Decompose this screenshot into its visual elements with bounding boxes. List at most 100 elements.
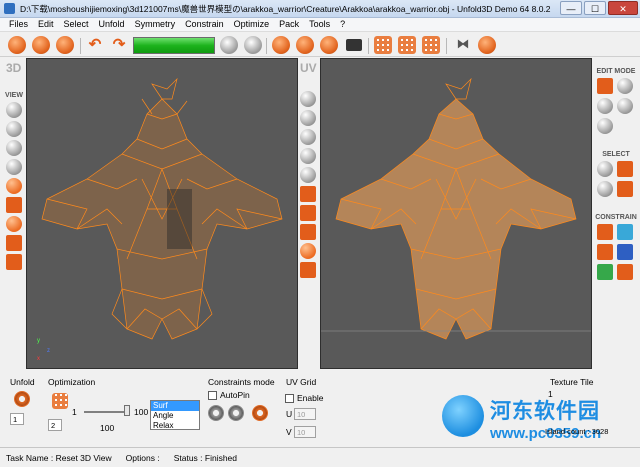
constrain-u-icon[interactable] [597, 244, 613, 260]
uv-color-icon[interactable] [300, 186, 316, 202]
uvgrid-v-input[interactable]: 10 [294, 426, 316, 438]
select-edge-icon[interactable] [617, 161, 633, 177]
menu-files[interactable]: Files [4, 18, 33, 31]
rotate-icon[interactable] [597, 98, 613, 114]
stop-icon[interactable] [244, 36, 262, 54]
uv-tile-icon[interactable] [300, 262, 316, 278]
help-view-icon[interactable] [6, 197, 22, 213]
unfold-count-input[interactable]: 1 [10, 413, 24, 425]
constrain-v-icon[interactable] [617, 244, 633, 260]
maximize-button[interactable]: ☐ [584, 1, 606, 15]
mirror-icon[interactable]: ⧓ [454, 36, 472, 54]
progress-fill [134, 38, 214, 53]
texture-view-icon[interactable] [6, 159, 22, 175]
optimize-slider-track[interactable] [84, 411, 128, 413]
optimize-checker-icon[interactable] [52, 393, 68, 409]
mode-surf[interactable]: Surf [151, 401, 199, 411]
flip-icon[interactable] [597, 118, 613, 134]
3d-mesh [41, 77, 283, 340]
menu-pack[interactable]: Pack [274, 18, 304, 31]
constrain-straight-icon[interactable] [597, 264, 613, 280]
uv-zoom-icon[interactable] [300, 224, 316, 240]
menu-symmetry[interactable]: Symmetry [130, 18, 181, 31]
uv-move-icon[interactable] [300, 205, 316, 221]
view-panel: VIEW [4, 88, 24, 273]
progress-bar [133, 37, 215, 54]
3d-label: 3D [6, 61, 22, 75]
pack-add-icon[interactable] [398, 36, 416, 54]
menu-optimize[interactable]: Optimize [229, 18, 275, 31]
uv-viewport[interactable] [320, 58, 592, 369]
app-icon [4, 3, 15, 14]
menu-help[interactable]: ? [335, 18, 350, 31]
minimize-button[interactable]: — [560, 1, 582, 15]
toolbar: ↶ ↷ ⧓ [0, 33, 640, 57]
light-icon[interactable] [6, 216, 22, 232]
menu-constrain[interactable]: Constrain [180, 18, 229, 31]
uvgrid-enable-checkbox[interactable] [285, 394, 294, 403]
menu-select[interactable]: Select [59, 18, 94, 31]
constraint-gear-1-icon[interactable] [208, 405, 224, 421]
move-icon[interactable] [617, 78, 633, 94]
select-face-icon[interactable] [597, 181, 613, 197]
menu-tools[interactable]: Tools [304, 18, 335, 31]
pack-help-icon[interactable] [422, 36, 440, 54]
import-icon[interactable] [32, 36, 50, 54]
uv-shaded-icon[interactable] [300, 91, 316, 107]
watermark-title: 河东软件园 [490, 399, 600, 423]
3d-viewport[interactable]: x y z [26, 58, 298, 369]
relax-icon[interactable] [320, 36, 338, 54]
scale-icon[interactable] [617, 98, 633, 114]
optimize-slider-thumb[interactable] [124, 405, 130, 416]
zoom-view-icon[interactable] [6, 254, 22, 270]
uv-checker-icon[interactable] [300, 129, 316, 145]
constrain-header: CONSTRAIN [595, 214, 637, 221]
constraint-gear-2-icon[interactable] [228, 405, 244, 421]
shaded-view-icon[interactable] [6, 102, 22, 118]
optimize-iter-input[interactable]: 2 [48, 419, 62, 431]
wireframe-view-icon[interactable] [6, 121, 22, 137]
checker-view-icon[interactable] [6, 140, 22, 156]
watermark: 河东软件园 www.pc0359.cn [442, 395, 634, 451]
select-vertex-icon[interactable] [597, 161, 613, 177]
mode-angle[interactable]: Angle [151, 411, 199, 421]
uvgrid-u-label: U [286, 409, 293, 419]
axis-z-label: z [47, 348, 50, 354]
save-icon[interactable] [56, 36, 74, 54]
open-file-icon[interactable] [8, 36, 26, 54]
play-icon[interactable] [220, 36, 238, 54]
select-island-icon[interactable] [617, 181, 633, 197]
uv-wireframe-icon[interactable] [300, 110, 316, 126]
optimize-mode-list[interactable]: Surf Angle Relax [150, 400, 200, 430]
constrain-clear-icon[interactable] [617, 264, 633, 280]
uvgrid-enable-label: Enable [297, 393, 324, 403]
uv-label: UV [300, 61, 317, 75]
menu-unfold[interactable]: Unfold [94, 18, 130, 31]
uv-texture-icon[interactable] [300, 148, 316, 164]
uvgrid-v-label: V [286, 427, 292, 437]
pin-icon[interactable] [597, 224, 613, 240]
uv-refresh-icon[interactable] [300, 243, 316, 259]
undo-icon[interactable]: ↶ [86, 36, 104, 54]
autopin-checkbox[interactable] [208, 391, 217, 400]
uv-grid-icon[interactable] [300, 167, 316, 183]
camera-icon[interactable] [346, 39, 362, 51]
mode-relax[interactable]: Relax [151, 421, 199, 431]
move-view-icon[interactable] [6, 235, 22, 251]
title-bar: D:\下载\moshoushijiemoxing\3d121007ms\魔兽世界… [0, 0, 640, 18]
status-task: Task Name : Reset 3D View [6, 452, 112, 463]
select-arrow-icon[interactable] [597, 78, 613, 94]
uvgrid-u-input[interactable]: 10 [294, 408, 316, 420]
optimize-icon[interactable] [296, 36, 314, 54]
pack-icon[interactable] [374, 36, 392, 54]
unfold-icon[interactable] [272, 36, 290, 54]
pin-add-icon[interactable] [617, 224, 633, 240]
close-button[interactable]: ✕ [608, 1, 638, 15]
symmetry-help-icon[interactable] [478, 36, 496, 54]
constraint-gear-3-icon[interactable] [252, 405, 268, 421]
color-view-icon[interactable] [6, 178, 22, 194]
menu-edit[interactable]: Edit [33, 18, 59, 31]
unfold-gear-icon[interactable] [14, 391, 30, 407]
redo-icon[interactable]: ↷ [110, 36, 128, 54]
texture-tile-label: Texture Tile [550, 377, 594, 387]
